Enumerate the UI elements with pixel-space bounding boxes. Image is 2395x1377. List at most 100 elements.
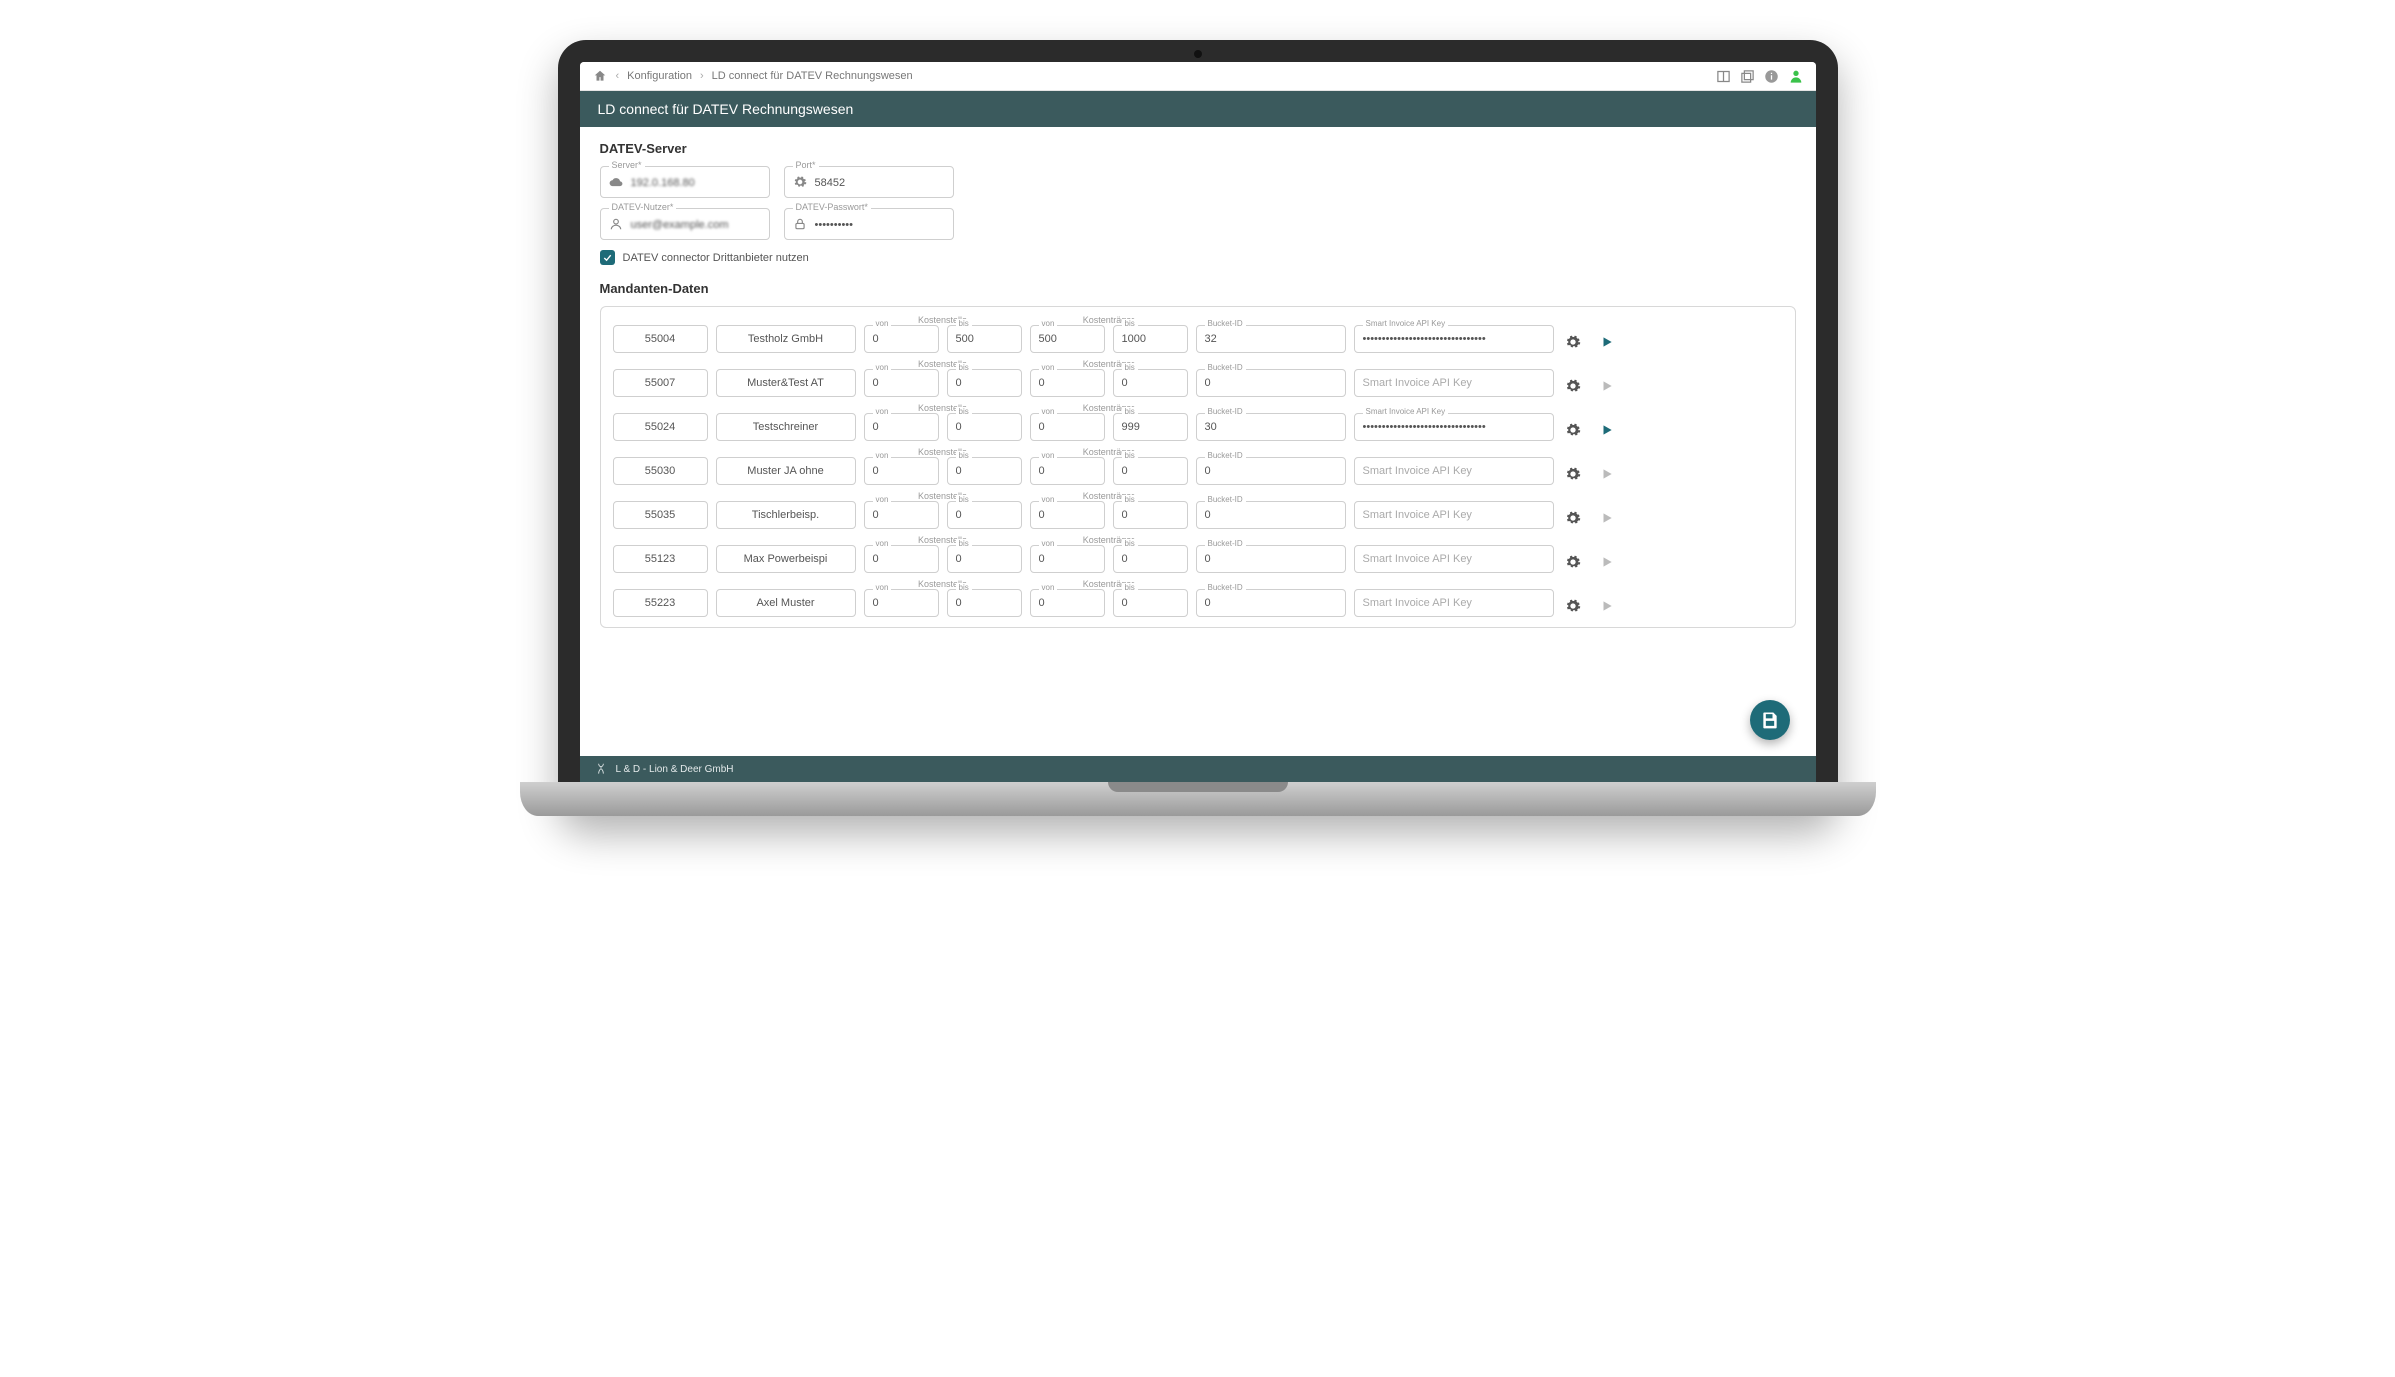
- user-icon: [609, 217, 623, 231]
- row-settings-icon[interactable]: [1562, 507, 1584, 529]
- bucket-id[interactable]: Bucket-ID: [1196, 413, 1346, 441]
- mandant-id: 55035: [613, 501, 708, 529]
- server-field[interactable]: Server*: [600, 166, 770, 198]
- kostenstelle-bis[interactable]: bis: [947, 545, 1022, 573]
- laptop-frame: ‹ Konfiguration › LD connect für DATEV R…: [558, 40, 1838, 816]
- row-settings-icon[interactable]: [1562, 419, 1584, 441]
- kostenstelle-bis[interactable]: bis: [947, 325, 1022, 353]
- api-key-input[interactable]: [1354, 545, 1554, 573]
- mandant-name: Axel Muster: [716, 589, 856, 617]
- bucket-id[interactable]: Bucket-ID: [1196, 457, 1346, 485]
- row-play-icon[interactable]: [1596, 595, 1618, 617]
- page-title-bar: LD connect für DATEV Rechnungswesen: [580, 91, 1816, 127]
- api-key-input[interactable]: [1354, 589, 1554, 617]
- kostenstelle-von[interactable]: von: [864, 325, 939, 353]
- laptop-base: [520, 782, 1876, 816]
- checkbox-checked-icon[interactable]: [600, 250, 615, 265]
- mandant-id: 55004: [613, 325, 708, 353]
- api-key-input[interactable]: Smart Invoice API Key: [1354, 325, 1554, 353]
- user-avatar-icon[interactable]: [1788, 68, 1804, 84]
- kostenstelle-von[interactable]: von: [864, 545, 939, 573]
- kostentraeger-bis[interactable]: bis: [1113, 457, 1188, 485]
- third-party-checkbox-row[interactable]: DATEV connector Drittanbieter nutzen: [600, 250, 1796, 265]
- password-field[interactable]: DATEV-Passwort*: [784, 208, 954, 240]
- mandant-id: 55007: [613, 369, 708, 397]
- row-play-icon[interactable]: [1596, 331, 1618, 353]
- topbar-actions: [1716, 68, 1804, 84]
- row-play-icon[interactable]: [1596, 507, 1618, 529]
- row-play-icon[interactable]: [1596, 551, 1618, 573]
- kostentraeger-bis[interactable]: bis: [1113, 501, 1188, 529]
- row-settings-icon[interactable]: [1562, 463, 1584, 485]
- password-label: DATEV-Passwort*: [793, 202, 871, 212]
- password-input[interactable]: [815, 219, 945, 231]
- port-input[interactable]: [815, 177, 945, 189]
- kostentraeger-bis[interactable]: bis: [1113, 545, 1188, 573]
- row-settings-icon[interactable]: [1562, 375, 1584, 397]
- kostenstelle-bis[interactable]: bis: [947, 369, 1022, 397]
- kostentraeger-von[interactable]: von: [1030, 413, 1105, 441]
- mandant-row: 55030Muster JA ohnevonbisvonbisBucket-ID: [613, 457, 1783, 485]
- mandant-row: 55123Max PowerbeispivonbisvonbisBucket-I…: [613, 545, 1783, 573]
- layout-icon[interactable]: [1716, 68, 1732, 84]
- mandant-name: Testschreiner: [716, 413, 856, 441]
- kostentraeger-von[interactable]: von: [1030, 545, 1105, 573]
- user-label: DATEV-Nutzer*: [609, 202, 677, 212]
- cloud-icon: [609, 175, 623, 189]
- api-key-input[interactable]: Smart Invoice API Key: [1354, 413, 1554, 441]
- api-key-input[interactable]: [1354, 369, 1554, 397]
- row-settings-icon[interactable]: [1562, 595, 1584, 617]
- row-settings-icon[interactable]: [1562, 551, 1584, 573]
- kostenstelle-bis[interactable]: bis: [947, 589, 1022, 617]
- mandant-id: 55030: [613, 457, 708, 485]
- kostentraeger-bis[interactable]: bis: [1113, 325, 1188, 353]
- kostentraeger-bis[interactable]: bis: [1113, 589, 1188, 617]
- deer-icon: [594, 762, 608, 776]
- kostenstelle-bis[interactable]: bis: [947, 501, 1022, 529]
- save-fab[interactable]: [1750, 700, 1790, 740]
- kostenstelle-von[interactable]: von: [864, 589, 939, 617]
- kostenstelle-bis[interactable]: bis: [947, 457, 1022, 485]
- kostentraeger-bis[interactable]: bis: [1113, 369, 1188, 397]
- row-play-icon[interactable]: [1596, 375, 1618, 397]
- kostentraeger-bis[interactable]: bis: [1113, 413, 1188, 441]
- chevron-left-icon: ‹: [616, 70, 620, 82]
- kostenstelle-von[interactable]: von: [864, 501, 939, 529]
- kostentraeger-von[interactable]: von: [1030, 589, 1105, 617]
- bucket-id[interactable]: Bucket-ID: [1196, 589, 1346, 617]
- row-play-icon[interactable]: [1596, 419, 1618, 441]
- kostenstelle-bis[interactable]: bis: [947, 413, 1022, 441]
- api-key-input[interactable]: [1354, 501, 1554, 529]
- bucket-id[interactable]: Bucket-ID: [1196, 501, 1346, 529]
- user-field[interactable]: DATEV-Nutzer*: [600, 208, 770, 240]
- kostenstelle-von[interactable]: von: [864, 413, 939, 441]
- kostentraeger-von[interactable]: von: [1030, 501, 1105, 529]
- bucket-id[interactable]: Bucket-ID: [1196, 545, 1346, 573]
- kostentraeger-von[interactable]: von: [1030, 325, 1105, 353]
- footer-text: L & D - Lion & Deer GmbH: [616, 764, 734, 775]
- home-icon[interactable]: [592, 68, 608, 84]
- server-input[interactable]: [631, 177, 761, 189]
- kostenstelle-von[interactable]: von: [864, 369, 939, 397]
- windows-icon[interactable]: [1740, 68, 1756, 84]
- kostentraeger-von[interactable]: von: [1030, 457, 1105, 485]
- content-area: DATEV-Server Server* Port*: [580, 127, 1816, 756]
- chevron-right-icon: ›: [700, 70, 704, 82]
- info-icon[interactable]: [1764, 68, 1780, 84]
- bucket-id[interactable]: Bucket-ID: [1196, 325, 1346, 353]
- kostenstelle-von[interactable]: von: [864, 457, 939, 485]
- user-input[interactable]: [631, 219, 761, 231]
- api-key-input[interactable]: [1354, 457, 1554, 485]
- row-settings-icon[interactable]: [1562, 331, 1584, 353]
- mandanten-heading: Mandanten-Daten: [600, 281, 1796, 296]
- port-field[interactable]: Port*: [784, 166, 954, 198]
- mandant-name: Tischlerbeisp.: [716, 501, 856, 529]
- kostentraeger-von[interactable]: von: [1030, 369, 1105, 397]
- gear-icon: [793, 175, 807, 189]
- row-play-icon[interactable]: [1596, 463, 1618, 485]
- page-title: LD connect für DATEV Rechnungswesen: [598, 101, 854, 117]
- breadcrumb-level1[interactable]: Konfiguration: [627, 70, 692, 82]
- mandant-row: 55035Tischlerbeisp.vonbisvonbisBucket-ID: [613, 501, 1783, 529]
- bucket-id[interactable]: Bucket-ID: [1196, 369, 1346, 397]
- mandant-name: Muster&Test AT: [716, 369, 856, 397]
